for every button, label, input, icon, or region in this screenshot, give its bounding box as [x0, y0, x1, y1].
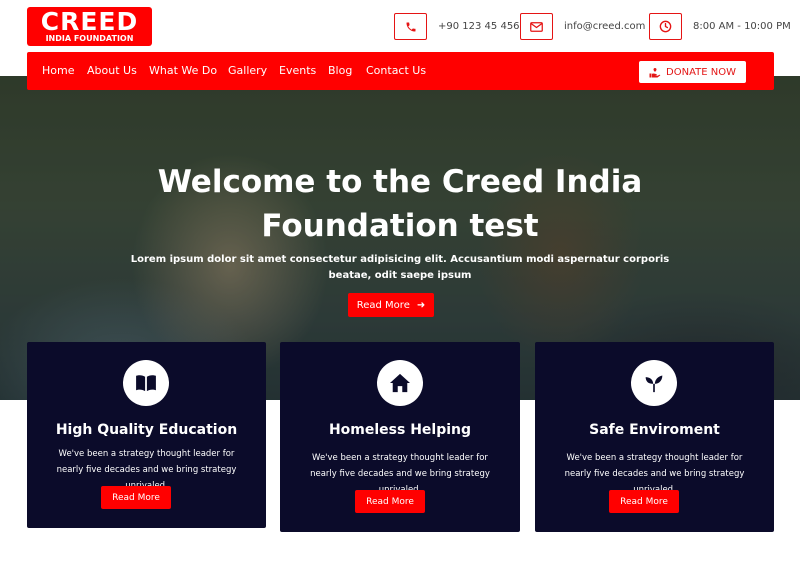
hero-read-more-label: Read More — [356, 299, 410, 311]
contact-phone[interactable]: +90 123 45 456 — [394, 13, 520, 40]
feature-card-environment: Safe Enviroment We've been a strategy th… — [535, 342, 774, 532]
nav-blog[interactable]: Blog — [328, 64, 352, 77]
phone-icon — [394, 13, 427, 40]
nav-home[interactable]: Home — [42, 64, 74, 77]
phone-text: +90 123 45 456 — [438, 21, 520, 32]
contact-email[interactable]: info@creed.com — [520, 13, 645, 40]
hero-read-more-button[interactable]: Read More ➜ — [348, 293, 434, 317]
hero-title: Welcome to the Creed India Foundation te… — [157, 164, 643, 244]
home-icon — [377, 360, 423, 406]
feature-title: High Quality Education — [55, 422, 238, 438]
feature-card-homeless: Homeless Helping We've been a strategy t… — [280, 342, 520, 532]
logo[interactable]: CREED INDIA FOUNDATION — [27, 7, 152, 46]
hero-description: Lorem ipsum dolor sit amet consectetur a… — [130, 254, 670, 281]
clock-icon — [649, 13, 682, 40]
envelope-icon — [520, 13, 553, 40]
feature-title: Safe Enviroment — [589, 422, 720, 438]
feature-read-more-button[interactable]: Read More — [101, 486, 171, 509]
arrow-right-icon: ➜ — [416, 299, 426, 311]
feature-read-more-button[interactable]: Read More — [355, 490, 425, 513]
nav-about-us[interactable]: About Us — [87, 64, 137, 77]
main-navigation: Home About Us What We Do Gallery Events … — [27, 52, 774, 90]
donate-now-button[interactable]: DONATE NOW — [639, 61, 746, 83]
nav-gallery[interactable]: Gallery — [228, 64, 267, 77]
nav-contact-us[interactable]: Contact Us — [366, 64, 426, 77]
book-icon — [123, 360, 169, 406]
logo-sub-text: INDIA FOUNDATION — [45, 34, 134, 43]
hours-text: 8:00 AM - 10:00 PM — [693, 21, 791, 32]
nav-events[interactable]: Events — [279, 64, 316, 77]
sprout-icon — [631, 360, 677, 406]
contact-hours: 8:00 AM - 10:00 PM — [649, 13, 791, 40]
feature-read-more-button[interactable]: Read More — [609, 490, 679, 513]
email-text: info@creed.com — [564, 21, 646, 32]
donate-hand-icon — [649, 67, 661, 77]
feature-card-education: High Quality Education We've been a stra… — [27, 342, 266, 528]
top-header: CREED INDIA FOUNDATION +90 123 45 456 in… — [0, 0, 800, 52]
nav-what-we-do[interactable]: What We Do — [149, 64, 217, 77]
logo-main-text: CREED — [40, 7, 139, 36]
donate-label: DONATE NOW — [666, 66, 736, 78]
feature-title: Homeless Helping — [328, 422, 472, 438]
